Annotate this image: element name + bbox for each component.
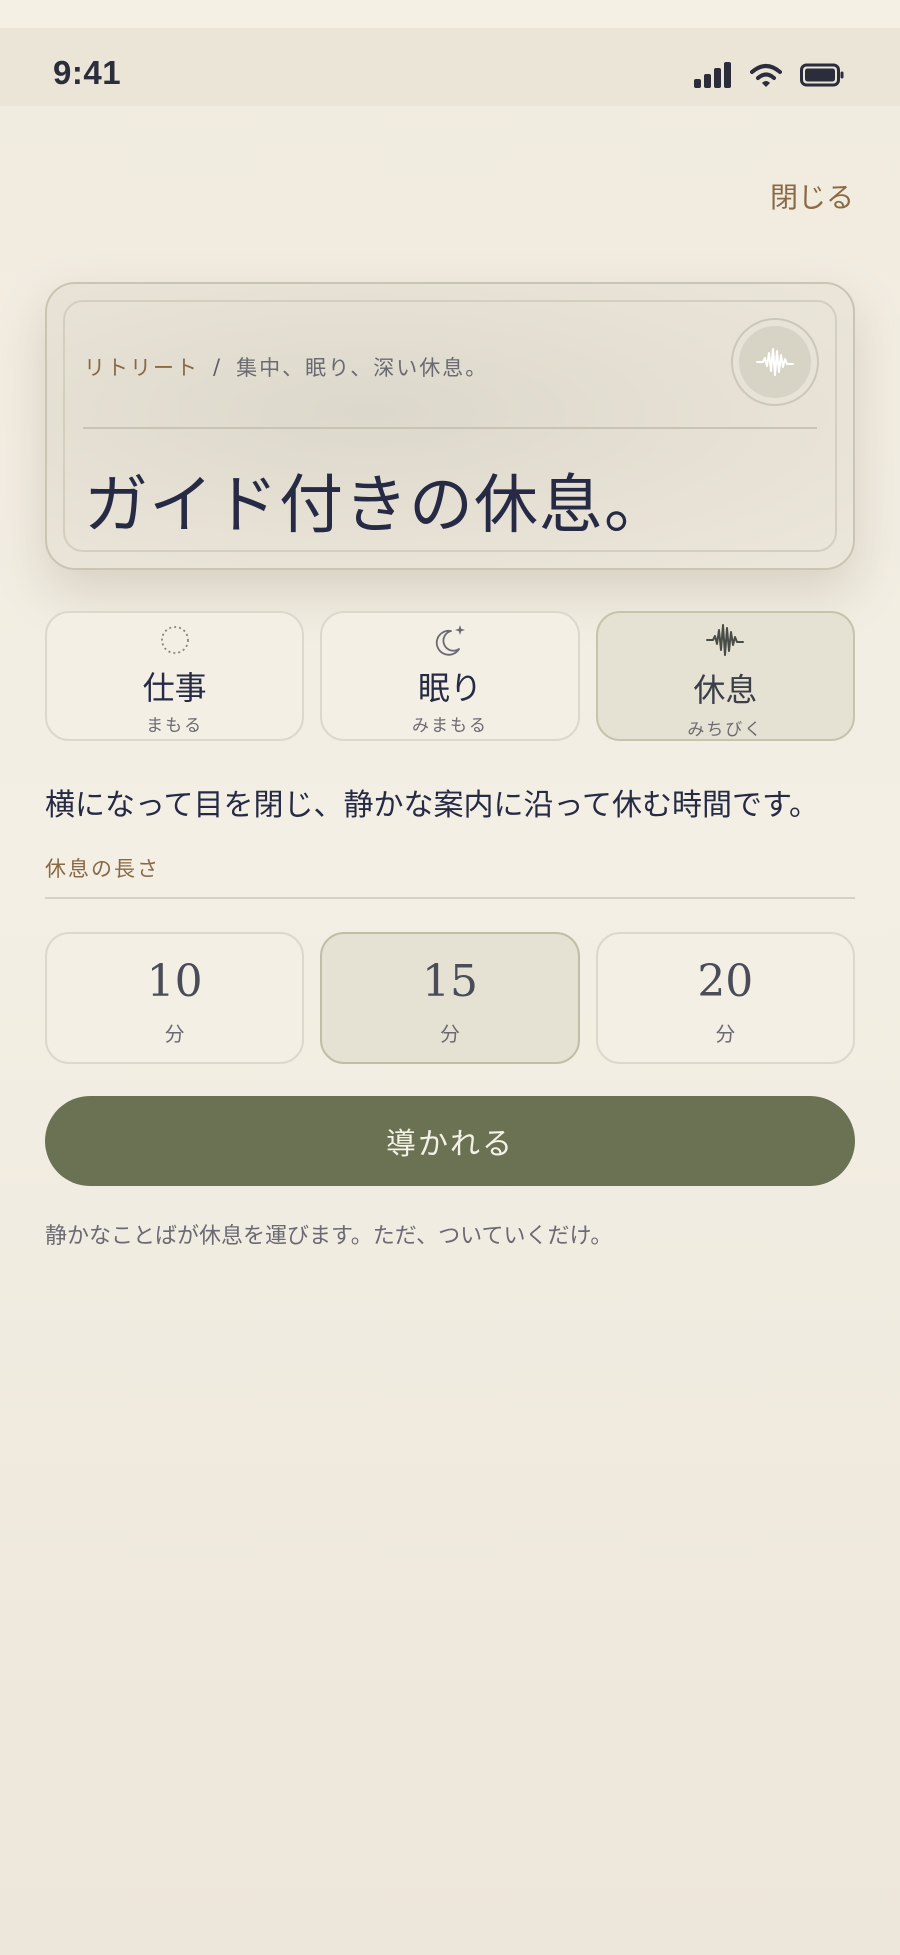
duration-selector: 10 分 15 分 20 分 [45,932,855,1064]
wifi-icon [750,64,782,87]
mode-rest-sub: みちびく [687,720,764,740]
mode-work-sub: まもる [146,716,204,736]
moon-sparkle-icon [435,625,465,656]
mode-sleep-label: 眠り [417,669,482,707]
sound-button[interactable] [731,318,819,406]
sound-button-inner [739,326,811,398]
duration-unit: 分 [715,1022,736,1046]
waveform-icon [706,624,745,656]
mode-work[interactable]: 仕事 まもる [45,611,305,741]
waveform-icon [756,348,794,376]
breadcrumb: リトリート / 集中、眠り、深い休息。 [84,352,488,382]
duration-option-20[interactable]: 20 分 [595,932,855,1064]
mode-description: 横になって目を閉じ、静かな案内に沿って休む時間です。 [45,788,819,823]
mode-sleep[interactable]: 眠り みまもる [320,611,580,741]
mode-rest[interactable]: 休息 みちびく [595,611,855,741]
mode-work-icon-wrap [47,621,302,659]
duration-option-15[interactable]: 15 分 [320,932,580,1064]
duration-divider [45,897,855,899]
mode-rest-label: 休息 [693,671,758,709]
duration-value: 15 [421,956,478,1007]
duration-value: 20 [697,956,754,1007]
duration-unit: 分 [164,1022,185,1046]
mode-rest-icon-wrap [598,621,853,659]
duration-unit: 分 [439,1022,460,1046]
duration-label: 休息の長さ [45,857,160,881]
status-icons [694,62,844,88]
mode-selector: 仕事 まもる 眠り みまもる 休息 みちびく [45,611,855,741]
breadcrumb-separator: / [213,355,223,379]
footnote: 静かなことばが休息を運びます。ただ、ついていくだけ。 [45,1224,613,1249]
hero-title: ガイド付きの休息。 [84,469,669,543]
breadcrumb-tagline: 集中、眠り、深い休息。 [236,356,489,380]
close-button[interactable]: 閉じる [770,176,854,216]
duration-value: 10 [146,956,203,1007]
breadcrumb-section: リトリート [84,356,199,380]
hero-card: リトリート / 集中、眠り、深い休息。 ガイド付きの休息。 [45,282,855,570]
hero-divider [83,427,817,429]
mode-work-label: 仕事 [142,669,207,707]
mode-sleep-icon-wrap [322,621,577,659]
start-guided-button[interactable]: 導かれる [45,1096,855,1186]
mode-sleep-sub: みまもる [411,716,488,736]
cellular-signal-icon [694,62,731,88]
hero-card-inner: リトリート / 集中、眠り、深い休息。 ガイド付きの休息。 [63,300,837,552]
duration-option-10[interactable]: 10 分 [45,932,305,1064]
battery-icon [800,63,844,87]
status-time: 9:41 [53,54,122,91]
status-bar: 9:41 [0,28,900,106]
top-strip [0,0,900,28]
dotted-circle-icon [160,626,189,654]
